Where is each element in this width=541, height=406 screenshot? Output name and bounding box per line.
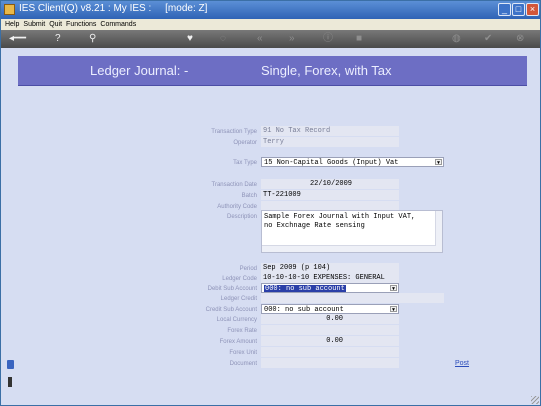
period-field[interactable]: Sep 2009 (p 104)	[261, 263, 399, 273]
transaction-type-label: Transaction Type	[211, 129, 257, 135]
close-window-button[interactable]: ×	[526, 3, 539, 16]
operator-field: Terry	[261, 137, 399, 147]
title-bar[interactable]: IES Client(Q) v8.21 : My IES : [mode: Z]…	[1, 1, 540, 19]
back-arrow-icon[interactable]: ◂━━	[9, 33, 26, 45]
chevron-down-icon[interactable]: ▼	[435, 159, 442, 166]
document-field[interactable]	[261, 358, 399, 368]
description-horizontal-scrollbar[interactable]	[262, 245, 436, 252]
search-icon[interactable]: ⚲	[89, 33, 96, 45]
menu-quit[interactable]: Quit	[49, 21, 62, 28]
debit-sub-account-value: 000: no sub account	[264, 285, 346, 293]
local-currency-label: Local Currency	[216, 317, 257, 323]
forex-rate-field[interactable]	[261, 325, 399, 335]
debit-sub-account-label: Debit Sub Account	[207, 286, 257, 292]
bookmark-icon[interactable]: ◌	[220, 33, 226, 45]
ledger-code-field[interactable]: 10-10-10-10 EXPENSES: GENERAL	[261, 273, 399, 283]
description-line-2: no Exchnage Rate sensing	[264, 222, 365, 230]
description-line-1: Sample Forex Journal with Input VAT,	[264, 213, 416, 221]
info-icon[interactable]: ⓘ	[323, 33, 333, 45]
page-title: Ledger Journal: -	[90, 63, 189, 78]
forward-icon[interactable]: »	[289, 33, 295, 45]
side-panel-icon[interactable]	[7, 360, 14, 369]
maximize-button[interactable]: □	[512, 3, 525, 16]
help-icon[interactable]: ?	[55, 33, 61, 45]
forex-amount-label: Forex Amount	[219, 339, 257, 345]
forex-rate-label: Forex Rate	[227, 328, 257, 334]
menu-functions[interactable]: Functions	[66, 21, 96, 28]
description-vertical-scrollbar[interactable]	[435, 211, 442, 252]
transaction-date-label: Transaction Date	[211, 182, 257, 188]
stop-icon[interactable]: ■	[356, 33, 362, 45]
transaction-type-field: 91 No Tax Record	[261, 126, 399, 136]
batch-label: Batch	[241, 193, 257, 199]
menu-submit[interactable]: Submit	[23, 21, 45, 28]
chevron-down-icon[interactable]: ▼	[390, 306, 397, 313]
credit-sub-account-label: Credit Sub Account	[205, 307, 257, 313]
rewind-icon[interactable]: «	[257, 33, 263, 45]
description-textarea[interactable]: Sample Forex Journal with Input VAT, no …	[261, 210, 443, 253]
check-icon[interactable]: ✔	[484, 33, 492, 45]
credit-sub-account-select[interactable]: 000: no sub account ▼	[261, 304, 399, 314]
post-button[interactable]: Post	[455, 360, 469, 367]
menu-help[interactable]: Help	[5, 21, 19, 28]
document-label: Document	[229, 361, 257, 367]
tax-type-label: Tax Type	[233, 160, 257, 166]
tax-type-value: 15 Non-Capital Goods (Input) Vat	[264, 159, 399, 167]
minimize-button[interactable]: _	[498, 3, 511, 16]
app-icon	[4, 4, 15, 15]
chevron-down-icon[interactable]: ▼	[390, 285, 397, 292]
transaction-date-field[interactable]: 22/10/2009	[261, 179, 399, 189]
description-label: Description	[226, 214, 257, 220]
side-info-icon[interactable]	[8, 377, 12, 387]
globe-icon[interactable]: ◍	[452, 33, 461, 45]
forex-unit-field[interactable]	[261, 347, 399, 357]
local-currency-field[interactable]: 0.00	[261, 314, 399, 324]
menu-commands[interactable]: Commands	[100, 21, 136, 28]
debit-sub-account-select[interactable]: 000: no sub account ▼	[261, 283, 399, 293]
resize-grip-icon[interactable]	[531, 396, 539, 404]
close-icon[interactable]: ⊗	[516, 33, 524, 45]
forex-unit-label: Forex Unit	[229, 350, 257, 356]
operator-label: Operator	[233, 140, 257, 146]
tax-type-select[interactable]: 15 Non-Capital Goods (Input) Vat ▼	[261, 157, 444, 167]
ledger-credit-field[interactable]	[261, 293, 444, 303]
forex-amount-field[interactable]: 0.00	[261, 336, 399, 346]
ledger-code-label: Ledger Code	[222, 276, 257, 282]
period-label: Period	[239, 266, 257, 272]
application-window: IES Client(Q) v8.21 : My IES : [mode: Z]…	[0, 0, 541, 406]
page-banner: Ledger Journal: - Single, Forex, with Ta…	[18, 56, 527, 86]
toolbar: ◂━━ ? ⚲ ♥ ◌ « » ⓘ ■ ◍ ✔ ⊗	[1, 30, 540, 48]
menu-bar: Help Submit Quit Functions Commands	[1, 19, 540, 30]
authority-code-label: Authority Code	[217, 204, 257, 210]
batch-field[interactable]: TT-221009	[261, 190, 399, 200]
page-subtitle: Single, Forex, with Tax	[261, 63, 392, 78]
main-content: Ledger Journal: - Single, Forex, with Ta…	[1, 48, 540, 405]
credit-sub-account-value: 000: no sub account	[264, 306, 344, 314]
ledger-credit-label: Ledger Credit	[220, 296, 257, 302]
window-title: IES Client(Q) v8.21 : My IES : [mode: Z]	[19, 3, 208, 14]
heart-icon[interactable]: ♥	[187, 33, 193, 45]
